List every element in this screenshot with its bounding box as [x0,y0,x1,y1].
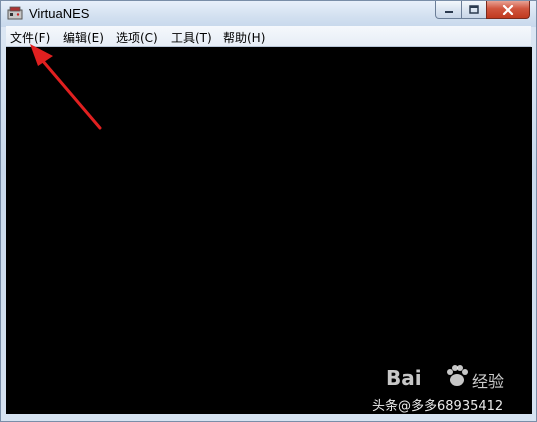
menu-help[interactable]: 帮助(H) [223,29,265,46]
menu-file[interactable]: 文件(F) [10,29,50,46]
baidu-watermark-suffix: 经验 [472,372,505,391]
app-window: VirtuaNES 文件(F) 编辑(E) 选项(C) 工具(T) 帮助(H) [0,0,537,422]
minimize-button[interactable] [435,1,462,19]
maximize-icon [469,5,479,14]
menu-tools[interactable]: 工具(T) [171,29,212,46]
toutiao-user-watermark: 头条@多多68935412 [372,399,504,414]
virtuanes-app-icon [7,6,23,20]
baidu-watermark-logo: Bai [386,366,422,390]
baidu-paw-icon [447,365,468,386]
close-icon [502,4,514,15]
close-button[interactable] [486,1,530,19]
menu-options[interactable]: 选项(C) [116,29,158,46]
maximize-button[interactable] [461,1,487,19]
emulator-screen[interactable] [6,47,532,414]
menu-edit[interactable]: 编辑(E) [63,29,104,46]
window-title: VirtuaNES [29,6,90,21]
title-bar[interactable]: VirtuaNES [1,1,536,27]
minimize-icon [444,10,453,13]
menu-bar: 文件(F) 编辑(E) 选项(C) 工具(T) 帮助(H) [6,26,531,47]
